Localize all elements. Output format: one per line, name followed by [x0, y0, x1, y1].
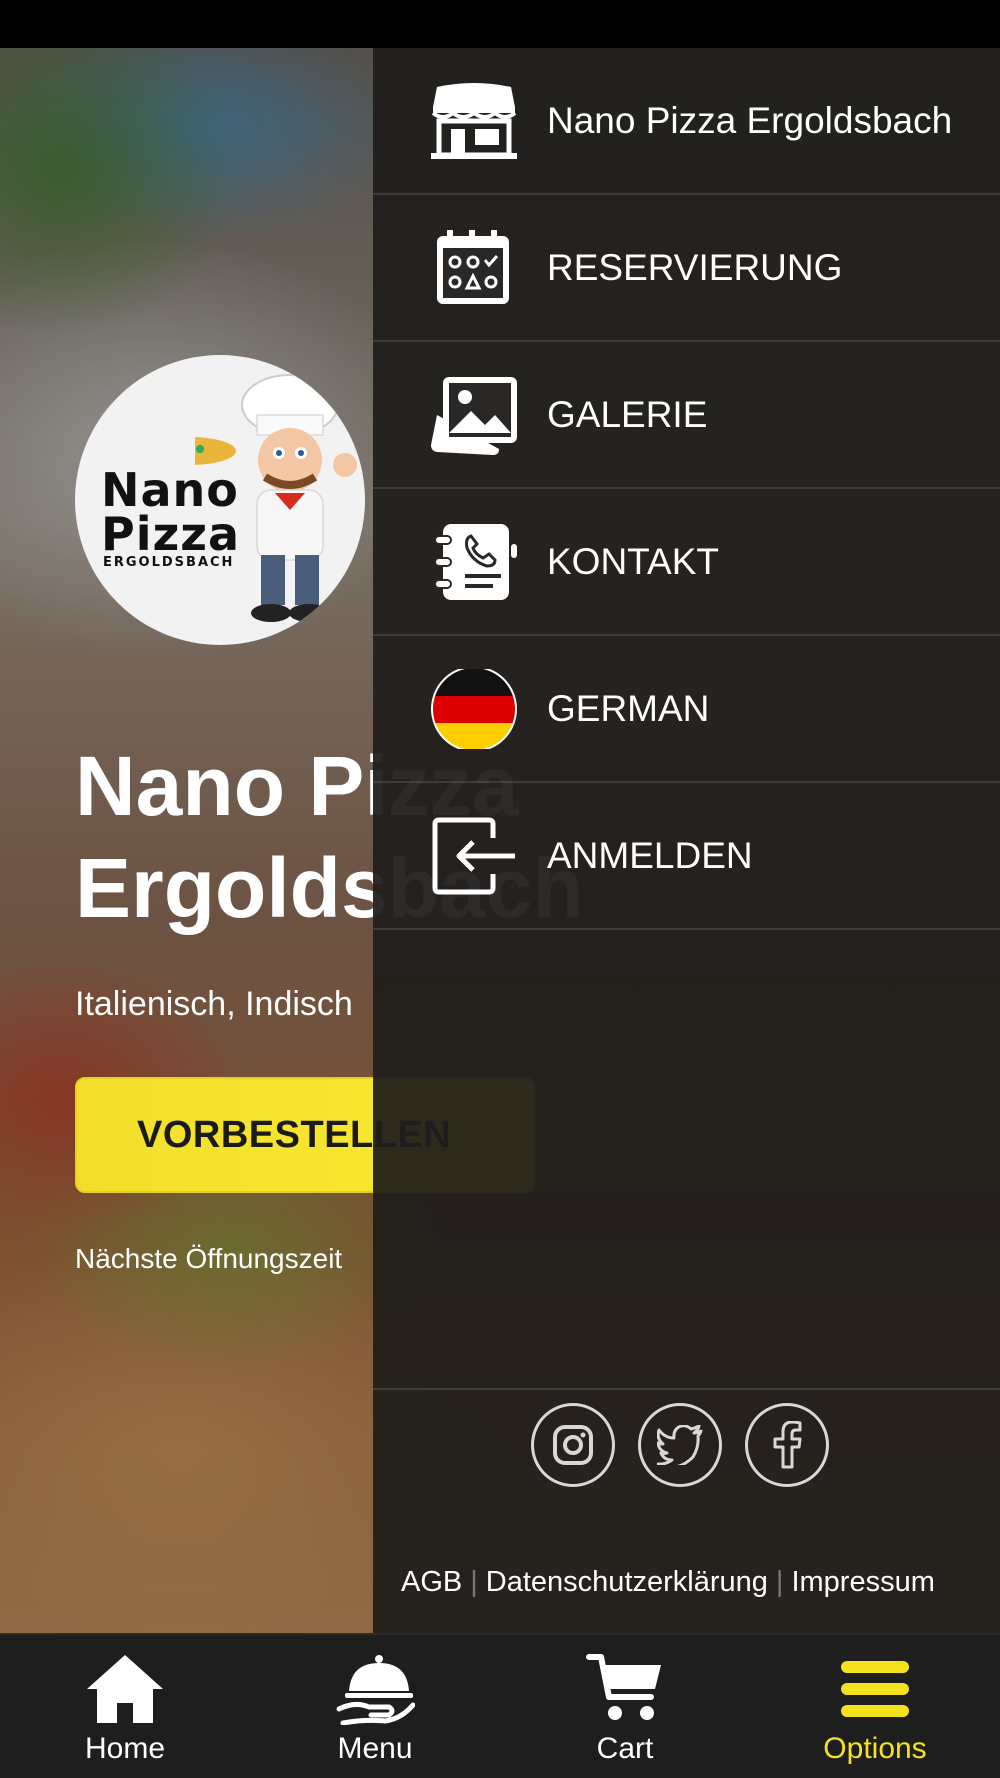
twitter-icon — [657, 1425, 703, 1465]
cart-icon — [586, 1654, 661, 1720]
next-opening-time: Nächste Öffnungszeit — [75, 1243, 343, 1274]
drawer-item-login[interactable]: ANMELDEN — [373, 783, 1000, 930]
nav-cart[interactable]: Cart — [500, 1635, 750, 1778]
twitter-button[interactable] — [638, 1403, 722, 1487]
drawer-item-label: RESERVIERUNG — [547, 246, 843, 288]
social-divider — [373, 1388, 1000, 1390]
drawer-item-label: ANMELDEN — [547, 834, 753, 876]
drawer-item-label: GERMAN — [547, 687, 710, 729]
logo-text-pizza: Pizza — [101, 507, 241, 561]
nav-options[interactable]: Options — [750, 1635, 1000, 1778]
nav-menu[interactable]: Menu — [250, 1635, 500, 1778]
nav-menu-label: Menu — [337, 1732, 413, 1765]
gallery-icon — [431, 377, 517, 455]
drawer-item-contact[interactable]: KONTAKT — [373, 489, 1000, 636]
drawer-item-reservation[interactable]: RESERVIERUNG — [373, 195, 1000, 342]
status-bar — [0, 0, 1000, 48]
imprint-link[interactable]: Impressum — [791, 1566, 934, 1598]
instagram-icon — [553, 1425, 593, 1465]
legal-separator: | — [470, 1566, 478, 1598]
contact-book-icon — [434, 524, 517, 600]
nav-options-label: Options — [823, 1732, 927, 1765]
restaurant-cuisine: Italienisch, Indisch — [75, 985, 353, 1023]
bottom-nav: Home Menu Cart Options — [0, 1633, 1000, 1778]
cloche-icon — [336, 1655, 415, 1725]
restaurant-logo: Nano Pizza ERGOLDSBACH — [75, 355, 365, 645]
facebook-icon — [773, 1421, 802, 1469]
login-icon — [432, 817, 515, 895]
legal-separator: | — [775, 1566, 784, 1598]
nav-cart-label: Cart — [596, 1732, 654, 1765]
store-icon — [431, 83, 517, 159]
calendar-icon — [437, 230, 509, 304]
drawer-item-language[interactable]: GERMAN — [373, 636, 1000, 783]
facebook-button[interactable] — [745, 1403, 829, 1487]
legal-links: AGB | Datenschutzerklärung | Impressum — [401, 1566, 1000, 1599]
logo-text-ergoldsbach: ERGOLDSBACH — [103, 555, 235, 570]
home-icon — [87, 1655, 163, 1723]
drawer-item-label: KONTAKT — [547, 540, 719, 582]
nav-home[interactable]: Home — [0, 1635, 250, 1778]
drawer-item-label: GALERIE — [547, 393, 708, 435]
drawer-item-gallery[interactable]: GALERIE — [373, 342, 1000, 489]
drawer-item-restaurant[interactable]: Nano Pizza Ergoldsbach — [373, 48, 1000, 195]
german-flag-icon — [431, 669, 517, 749]
hamburger-icon — [841, 1661, 909, 1717]
nav-home-label: Home — [84, 1732, 166, 1765]
instagram-button[interactable] — [531, 1403, 615, 1487]
agb-link[interactable]: AGB — [401, 1566, 462, 1598]
side-drawer: Nano Pizza Ergoldsbach RESERVIERUNG GALE… — [373, 48, 1000, 1633]
privacy-link[interactable]: Datenschutzerklärung — [486, 1566, 768, 1598]
drawer-item-label: Nano Pizza Ergoldsbach — [547, 99, 953, 141]
